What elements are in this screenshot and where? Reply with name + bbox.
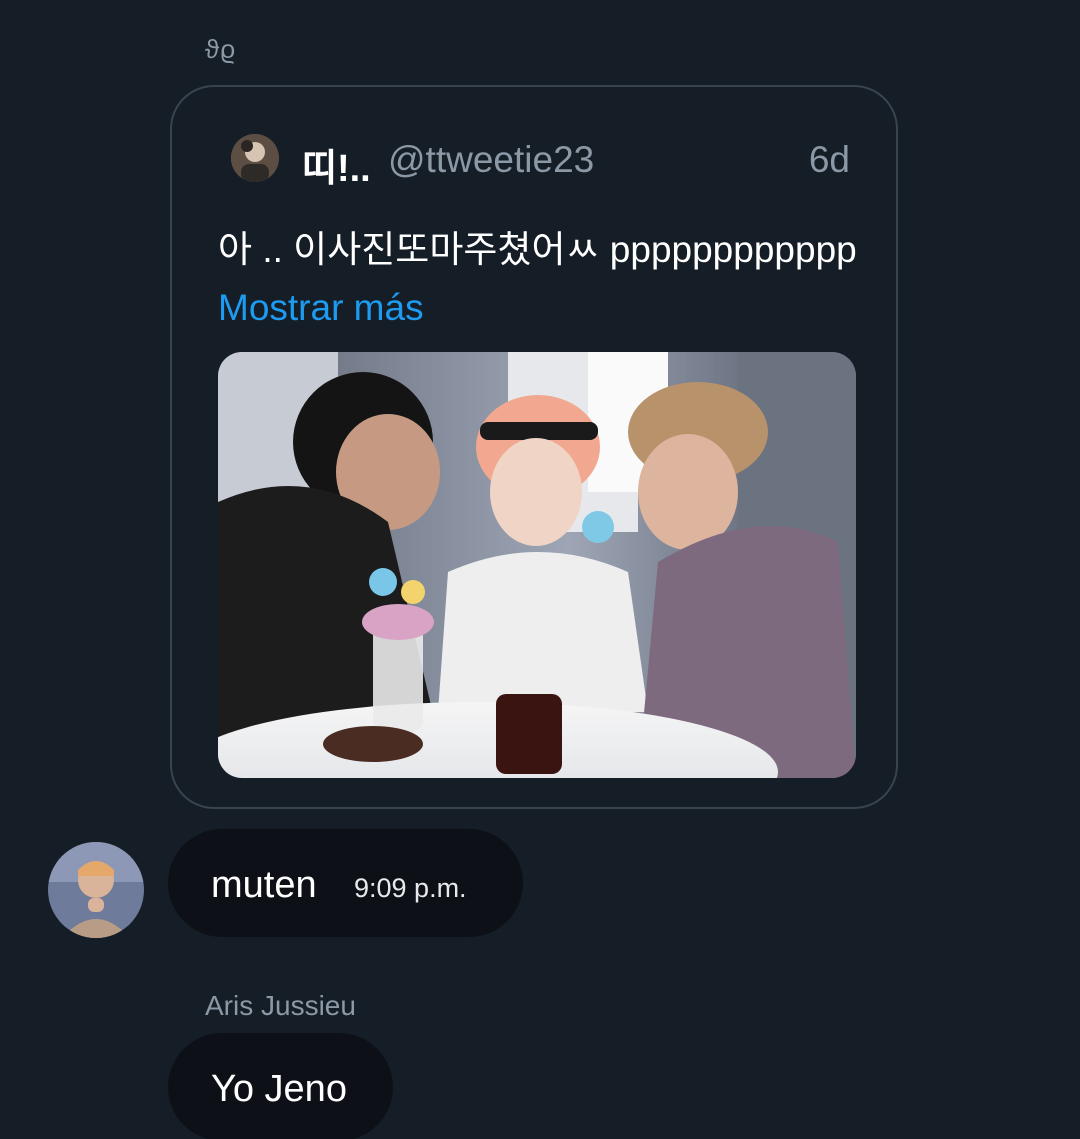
sender-name: ϑϱ xyxy=(205,34,237,64)
quoted-author-handle: @ttweetie23 xyxy=(388,139,595,180)
message-bubble[interactable]: Yo Jeno xyxy=(168,1033,393,1139)
sender-name: Aris Jussieu xyxy=(205,990,356,1021)
quoted-tweet-card[interactable]: 띠!.. @ttweetie23 6d 아 .. 이사진또마주쳤어ㅆ ppppp… xyxy=(170,85,898,809)
message-time: 9:09 p.m. xyxy=(354,873,467,903)
user-avatar-icon[interactable] xyxy=(231,134,279,182)
photo-icon[interactable] xyxy=(218,352,856,778)
quoted-tweet-text: 아 .. 이사진또마주쳤어ㅆ pppppppppppp Mostrar más xyxy=(218,221,858,337)
quoted-author-name: 띠!.. xyxy=(302,148,371,190)
dm-conversation: ϑϱ 띠!.. @ttweetie23 6d 아 .. 이사진또마주쳤어ㅆ pp… xyxy=(0,0,1080,1139)
show-more-link[interactable]: Mostrar más xyxy=(218,287,424,328)
message-text: Yo Jeno xyxy=(211,1068,347,1110)
quoted-tweet-body: 아 .. 이사진또마주쳤어ㅆ pppppppppppp xyxy=(218,229,857,270)
message-bubble[interactable]: muten 9:09 p.m. xyxy=(168,829,523,937)
user-avatar-icon[interactable] xyxy=(48,842,144,938)
message-text: muten xyxy=(211,864,317,906)
quoted-tweet-age: 6d xyxy=(808,139,850,180)
